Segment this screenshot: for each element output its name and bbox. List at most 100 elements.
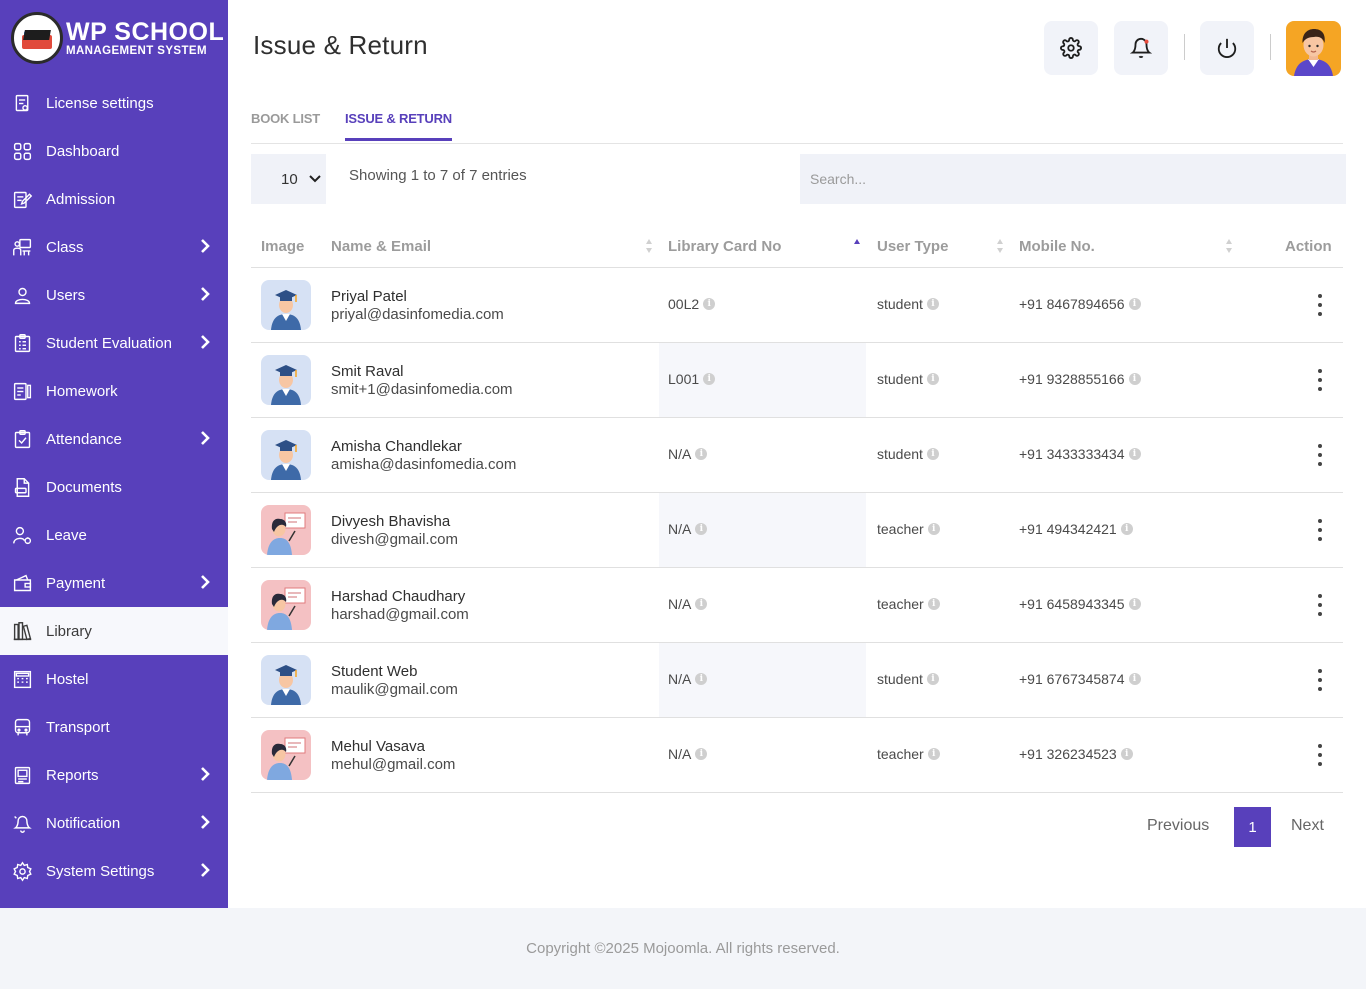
table-row: Mehul Vasava mehul@gmail.com N/A i teacher i +… — [251, 718, 1343, 793]
logo-emblem-icon — [11, 12, 63, 64]
info-icon[interactable]: i — [926, 373, 939, 385]
sidebar-item-documents[interactable]: Documents — [0, 463, 228, 511]
column-library-card[interactable]: Library Card No — [668, 238, 781, 255]
sort-icon[interactable] — [996, 238, 1004, 254]
page-length-select[interactable]: 10 — [251, 154, 326, 204]
sidebar-item-license-settings[interactable]: License settings — [0, 79, 228, 127]
library-card-no: N/A — [668, 746, 692, 762]
info-icon[interactable]: i — [927, 598, 940, 610]
info-icon[interactable]: i — [703, 373, 716, 385]
more-options-icon[interactable] — [1313, 744, 1327, 766]
sidebar-item-student-evaluation[interactable]: Student Evaluation — [0, 319, 228, 367]
homework-icon — [11, 380, 33, 402]
info-icon[interactable]: i — [695, 523, 708, 535]
settings-button[interactable] — [1044, 21, 1098, 75]
more-options-icon[interactable] — [1313, 594, 1327, 616]
info-icon[interactable]: i — [1120, 523, 1133, 535]
sidebar-item-reports[interactable]: Reports — [0, 751, 228, 799]
info-icon[interactable]: i — [1128, 598, 1141, 610]
teacher-avatar-icon — [261, 730, 311, 780]
info-icon[interactable]: i — [1128, 448, 1141, 460]
sidebar-item-dashboard[interactable]: Dashboard — [0, 127, 228, 175]
page-length-value: 10 — [281, 170, 298, 188]
sidebar-item-notification[interactable]: Notification — [0, 799, 228, 847]
column-user-type[interactable]: User Type — [877, 238, 948, 255]
student-avatar-icon — [261, 655, 311, 705]
library-card-no: N/A — [668, 596, 692, 612]
column-name-email[interactable]: Name & Email — [331, 238, 431, 255]
sidebar-item-payment[interactable]: Payment — [0, 559, 228, 607]
library-icon — [11, 620, 33, 642]
sidebar-item-users[interactable]: Users — [0, 271, 228, 319]
leave-icon — [11, 524, 33, 546]
user-avatar[interactable] — [1286, 21, 1341, 76]
info-icon[interactable]: i — [927, 523, 940, 535]
teacher-avatar-icon — [261, 505, 311, 555]
hostel-icon — [11, 668, 33, 690]
mobile-number: +91 6458943345 — [1019, 596, 1125, 612]
notifications-button[interactable] — [1114, 21, 1168, 75]
info-icon[interactable]: i — [695, 748, 708, 760]
more-options-icon[interactable] — [1313, 369, 1327, 391]
student-avatar-icon — [261, 280, 311, 330]
attendance-icon — [11, 428, 33, 450]
mobile-cell: +91 6458943345 i — [1019, 596, 1141, 612]
user-type-cell: student i — [877, 446, 939, 462]
next-page-button[interactable]: Next — [1291, 817, 1324, 835]
column-action: Action — [1285, 238, 1332, 255]
info-icon[interactable]: i — [926, 448, 939, 460]
mobile-cell: +91 6767345874 i — [1019, 671, 1141, 687]
sidebar-item-hostel[interactable]: Hostel — [0, 655, 228, 703]
info-icon[interactable]: i — [927, 748, 940, 760]
sidebar-item-label: Hostel — [46, 670, 89, 688]
sort-icon[interactable] — [1225, 238, 1233, 254]
info-icon[interactable]: i — [1120, 748, 1133, 760]
sidebar-item-class[interactable]: Class — [0, 223, 228, 271]
header-divider — [1270, 34, 1271, 60]
info-icon[interactable]: i — [1128, 298, 1141, 310]
table-body: Priyal Patel priyal@dasinfomedia.com 00L2 i… — [251, 268, 1343, 793]
tab-issue-return[interactable]: ISSUE & RETURN — [345, 111, 452, 141]
search-input[interactable] — [800, 154, 1346, 204]
info-icon[interactable]: i — [695, 448, 708, 460]
page-1-button[interactable]: 1 — [1234, 807, 1271, 847]
sidebar-item-homework[interactable]: Homework — [0, 367, 228, 415]
info-icon[interactable]: i — [1128, 673, 1141, 685]
info-icon[interactable]: i — [926, 673, 939, 685]
info-icon[interactable]: i — [1128, 373, 1141, 385]
user-type: teacher — [877, 521, 924, 537]
column-mobile[interactable]: Mobile No. — [1019, 238, 1095, 255]
brand-logo[interactable]: WP SCHOOL MANAGEMENT SYSTEM — [0, 0, 228, 76]
info-icon[interactable]: i — [926, 298, 939, 310]
notification-icon — [11, 812, 33, 834]
info-icon[interactable]: i — [703, 298, 716, 310]
more-options-icon[interactable] — [1313, 294, 1327, 316]
page-title: Issue & Return — [253, 30, 428, 60]
info-icon[interactable]: i — [695, 598, 708, 610]
info-icon[interactable]: i — [695, 673, 708, 685]
previous-page-button[interactable]: Previous — [1147, 817, 1209, 835]
more-options-icon[interactable] — [1313, 669, 1327, 691]
sort-icon[interactable] — [645, 238, 653, 254]
reports-icon — [11, 764, 33, 786]
sidebar-item-admission[interactable]: Admission — [0, 175, 228, 223]
sidebar-item-leave[interactable]: Leave — [0, 511, 228, 559]
tab-book-list[interactable]: BOOK LIST — [251, 111, 320, 126]
more-options-icon[interactable] — [1313, 444, 1327, 466]
mobile-cell: +91 494342421 i — [1019, 521, 1133, 537]
sidebar-item-label: Admission — [46, 190, 116, 208]
library-card-cell: N/A i — [668, 671, 708, 687]
logout-button[interactable] — [1200, 21, 1254, 75]
sidebar-item-transport[interactable]: Transport — [0, 703, 228, 751]
brand-title: WP SCHOOL — [66, 17, 225, 46]
user-type-cell: student i — [877, 371, 939, 387]
sidebar-item-library[interactable]: Library — [0, 607, 228, 655]
more-options-icon[interactable] — [1313, 519, 1327, 541]
library-card-cell: N/A i — [668, 521, 708, 537]
sort-asc-icon[interactable] — [853, 238, 861, 254]
sidebar-item-system-settings[interactable]: System Settings — [0, 847, 228, 895]
chevron-right-icon — [200, 766, 210, 784]
library-card-no: 00L2 — [668, 296, 700, 312]
sidebar-item-attendance[interactable]: Attendance — [0, 415, 228, 463]
entries-info: Showing 1 to 7 of 7 entries — [349, 167, 527, 184]
